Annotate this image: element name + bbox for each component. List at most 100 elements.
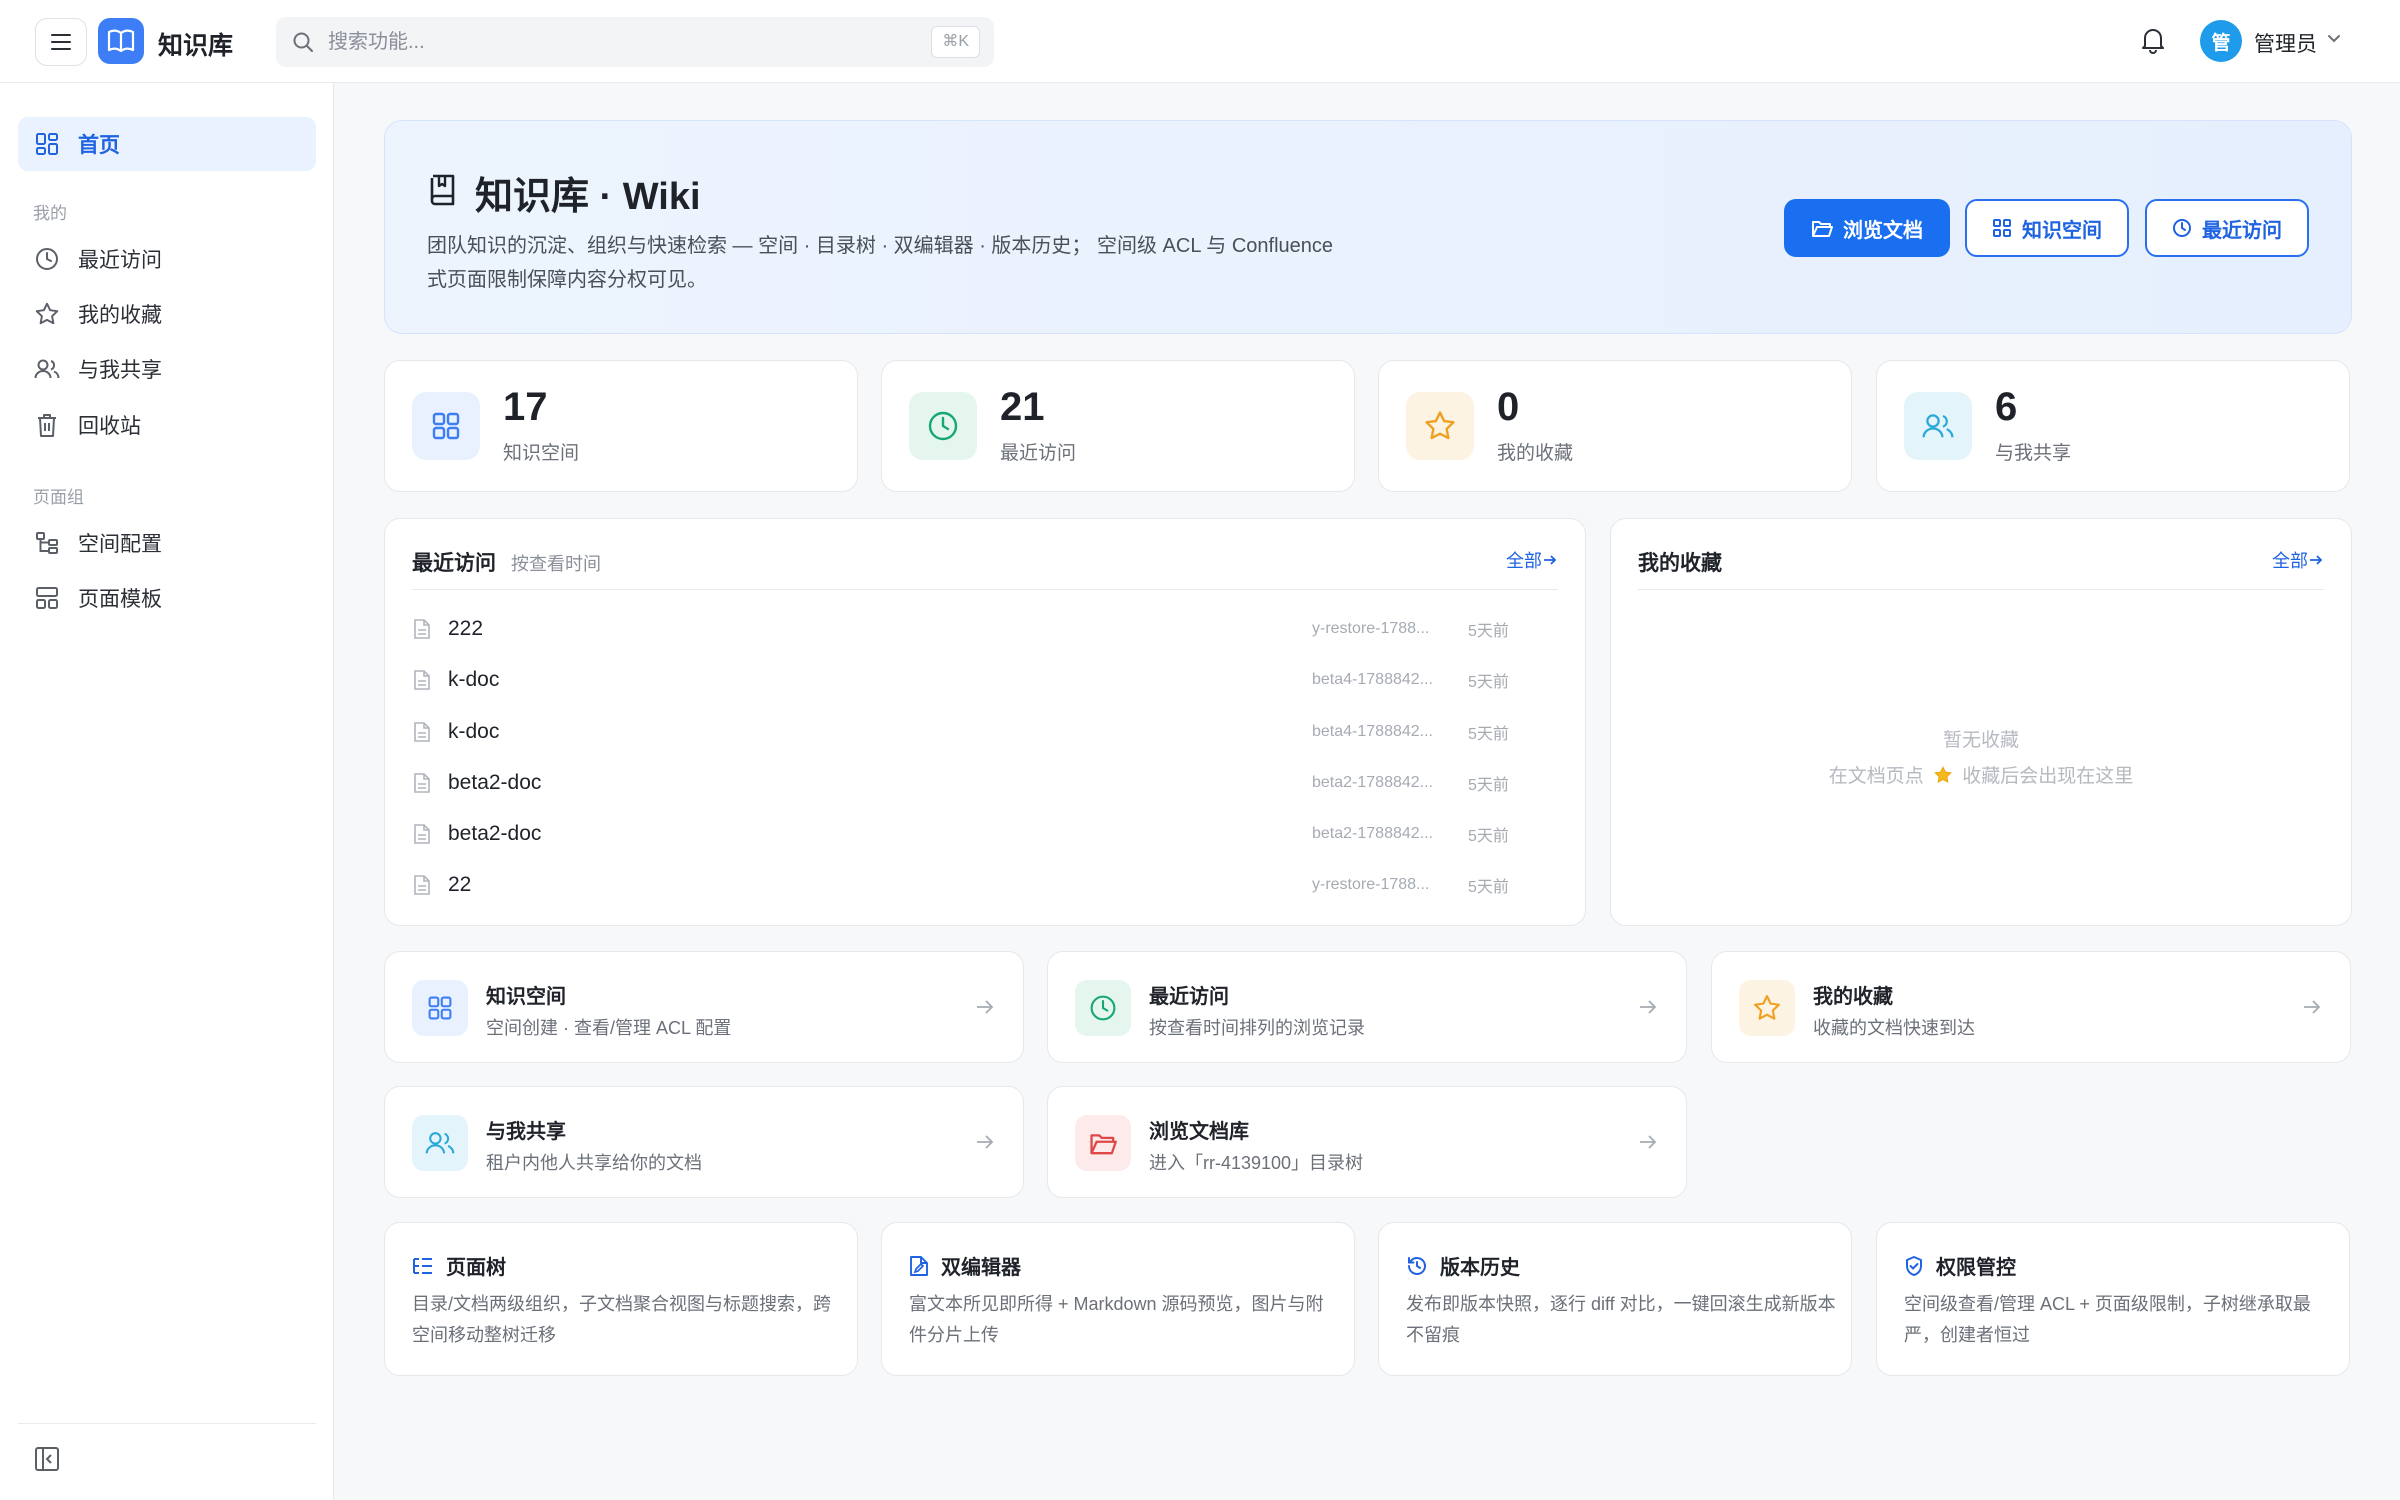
star-icon <box>1933 765 1953 785</box>
user-name[interactable]: 管理员 <box>2254 28 2317 58</box>
stat-value: 6 <box>1995 385 2018 429</box>
nav-card-desc: 空间创建 · 查看/管理 ACL 配置 <box>486 1018 732 1038</box>
sidebar-item-favorites[interactable]: 我的收藏 <box>18 287 316 341</box>
nav-card-title: 与我共享 <box>486 1121 566 1143</box>
stat-value: 17 <box>503 385 548 429</box>
empty-state-title: 暂无收藏 <box>1942 730 2019 751</box>
arrow-right-icon <box>1640 1000 1657 1014</box>
nav-card-favorites[interactable]: 我的收藏 收藏的文档快速到达 <box>1711 951 2351 1063</box>
sidebar-item-label: 回收站 <box>78 415 141 438</box>
nav-card-desc: 收藏的文档快速到达 <box>1813 1018 1975 1038</box>
bell-icon[interactable] <box>2140 26 2166 54</box>
feature-title: 页面树 <box>446 1257 506 1279</box>
users-icon <box>412 1115 468 1171</box>
sidebar-item-home[interactable]: 首页 <box>18 117 316 171</box>
file-icon <box>414 619 430 639</box>
nav-card-spaces[interactable]: 知识空间 空间创建 · 查看/管理 ACL 配置 <box>384 951 1024 1063</box>
star-icon <box>1406 392 1474 460</box>
app-logo[interactable] <box>98 18 144 64</box>
sidebar-item-label: 空间配置 <box>78 533 162 556</box>
app-title: 知识库 <box>158 32 234 60</box>
search-box[interactable]: ⌘K <box>276 17 994 67</box>
grid-icon <box>412 980 468 1036</box>
nav-card-title: 知识空间 <box>486 986 566 1008</box>
nav-card-desc: 租户内他人共享给你的文档 <box>486 1153 702 1173</box>
sidebar-item-label: 我的收藏 <box>78 304 162 327</box>
browse-docs-button[interactable]: 浏览文档 <box>1784 199 1950 257</box>
feature-desc: 发布即版本快照，逐行 diff 对比，一键回滚生成新版本不留痕 <box>1406 1294 1836 1345</box>
panel-title: 最近访问 <box>412 552 496 575</box>
file-icon <box>414 875 430 895</box>
sidebar-collapse-icon[interactable] <box>34 1446 60 1472</box>
knowledge-spaces-button[interactable]: 知识空间 <box>1965 199 2129 257</box>
stat-card-favorites[interactable]: 0 我的收藏 <box>1378 360 1852 492</box>
sidebar-item-label: 最近访问 <box>78 249 162 272</box>
recent-view-all-link[interactable]: 全部 <box>1506 547 1558 573</box>
file-icon <box>414 773 430 793</box>
clock-icon <box>909 392 977 460</box>
file-icon <box>414 722 430 742</box>
trash-icon <box>34 412 60 438</box>
top-bar: 知识库 ⌘K 管 管理员 <box>0 0 2400 83</box>
tree-icon <box>34 530 60 556</box>
avatar[interactable]: 管 <box>2200 20 2242 62</box>
users-icon <box>34 356 60 382</box>
feature-card-page-tree: 页面树 目录/文档两级组织，子文档聚合视图与标题搜索，跨空间移动整树迁移 <box>384 1222 858 1376</box>
clock-icon <box>1075 980 1131 1036</box>
feature-card-permissions: 权限管控 空间级查看/管理 ACL + 页面级限制，子树继承取最严，创建者恒过 <box>1876 1222 2350 1376</box>
recent-panel: 最近访问 按查看时间 全部 222 y-restore-1788... 5天前 … <box>384 518 1586 926</box>
sidebar-item-shared[interactable]: 与我共享 <box>18 342 316 396</box>
grid-icon <box>412 392 480 460</box>
sidebar-group-pages: 页面组 <box>33 488 84 507</box>
sidebar-item-label: 页面模板 <box>78 588 162 611</box>
stat-card-shared[interactable]: 6 与我共享 <box>1876 360 2350 492</box>
stat-card-spaces[interactable]: 17 知识空间 <box>384 360 858 492</box>
sidebar-item-recent[interactable]: 最近访问 <box>18 232 316 286</box>
sidebar-item-space-config[interactable]: 空间配置 <box>18 516 316 570</box>
stat-value: 21 <box>1000 385 1045 429</box>
panel-subtitle: 按查看时间 <box>511 554 601 574</box>
page-title: 知识库 · Wiki <box>475 176 701 218</box>
arrow-right-icon <box>977 1135 994 1149</box>
chevron-down-icon[interactable] <box>2326 33 2342 45</box>
arrow-right-icon <box>2310 555 2323 565</box>
sidebar-item-trash[interactable]: 回收站 <box>18 398 316 452</box>
search-input[interactable] <box>328 27 848 57</box>
nav-card-recent[interactable]: 最近访问 按查看时间排列的浏览记录 <box>1047 951 1687 1063</box>
search-icon <box>293 32 313 52</box>
menu-toggle-button[interactable] <box>35 18 87 66</box>
sidebar-item-label: 首页 <box>78 134 120 157</box>
folder-open-icon <box>1075 1115 1131 1171</box>
search-shortcut-badge: ⌘K <box>931 26 980 58</box>
clock-icon <box>2173 219 2191 237</box>
star-icon <box>1739 980 1795 1036</box>
stat-label: 最近访问 <box>1000 443 1077 464</box>
feature-desc: 富文本所见即所得 + Markdown 源码预览，图片与附件分片上传 <box>909 1294 1324 1345</box>
favorites-view-all-link[interactable]: 全部 <box>2272 547 2324 573</box>
file-icon <box>414 670 430 690</box>
stat-label: 知识空间 <box>503 443 580 464</box>
divider <box>18 1423 316 1424</box>
feature-desc: 目录/文档两级组织，子文档聚合视图与标题搜索，跨空间移动整树迁移 <box>412 1294 831 1345</box>
sidebar-item-page-templates[interactable]: 页面模板 <box>18 571 316 625</box>
template-icon <box>34 585 60 611</box>
sidebar-item-label: 与我共享 <box>78 359 162 382</box>
divider <box>412 589 1558 590</box>
feature-title: 双编辑器 <box>941 1257 1021 1279</box>
arrow-right-icon <box>977 1000 994 1014</box>
nav-card-browse-library[interactable]: 浏览文档库 进入「rr-4139100」目录树 <box>1047 1086 1687 1198</box>
favorites-panel: 我的收藏 全部 暂无收藏 在文档页点 收藏后会出现在这里 <box>1610 518 2352 926</box>
stat-label: 我的收藏 <box>1497 443 1574 464</box>
stat-label: 与我共享 <box>1995 443 2072 464</box>
nav-card-shared[interactable]: 与我共享 租户内他人共享给你的文档 <box>384 1086 1024 1198</box>
nav-card-title: 最近访问 <box>1149 986 1229 1008</box>
list-tree-icon <box>413 1257 432 1274</box>
folder-open-icon <box>1812 221 1833 237</box>
stat-card-recent[interactable]: 21 最近访问 <box>881 360 1355 492</box>
empty-state-hint: 在文档页点 收藏后会出现在这里 <box>1828 765 2134 787</box>
hamburger-icon <box>51 34 71 50</box>
book-icon <box>430 174 455 206</box>
feature-desc: 空间级查看/管理 ACL + 页面级限制，子树继承取最严，创建者恒过 <box>1904 1294 2311 1345</box>
recent-visits-button[interactable]: 最近访问 <box>2145 199 2309 257</box>
nav-card-desc: 进入「rr-4139100」目录树 <box>1149 1153 1364 1173</box>
